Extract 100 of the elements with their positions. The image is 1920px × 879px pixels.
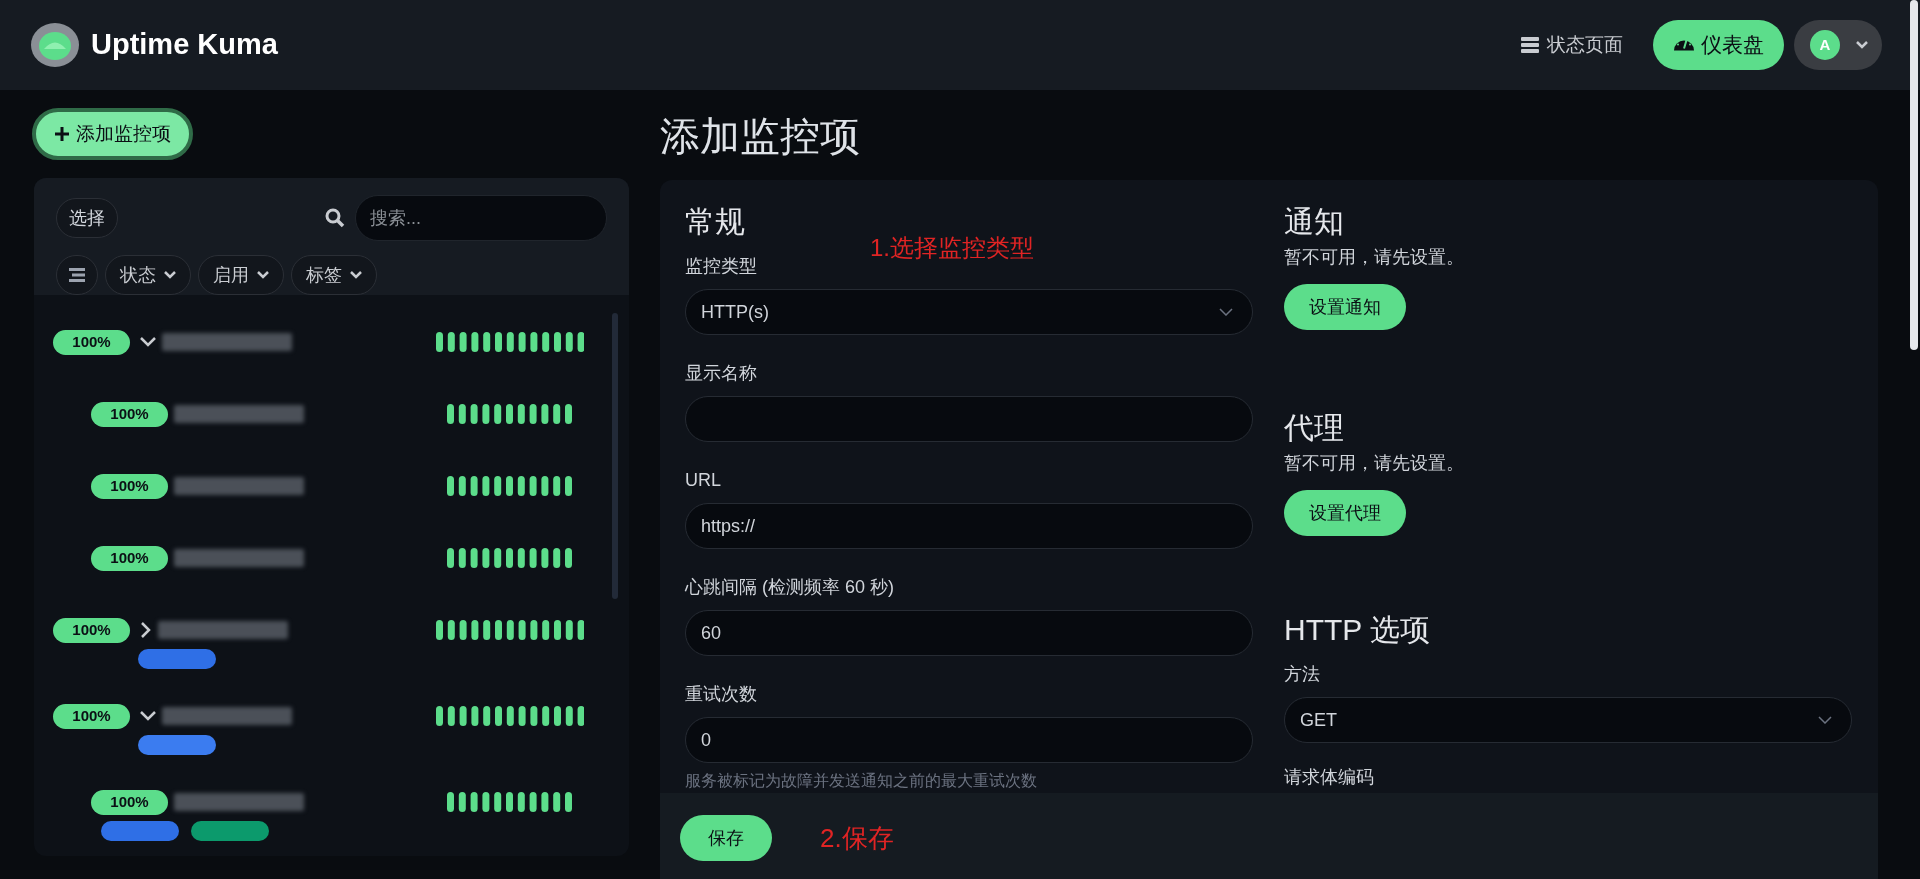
field-label: 显示名称 [685,362,758,385]
setup-button[interactable]: 设置代理 [1284,490,1406,536]
heartbeat-bar [482,332,490,352]
avatar: A [1810,30,1840,60]
section-heading: 代理 [1284,410,1345,446]
heartbeat-bar [541,476,549,496]
search-field[interactable]: 搜索... [355,195,607,241]
heartbeat-bar [447,792,455,812]
chevron-down-icon [350,271,362,279]
annotation-text: 2.保存 [820,821,894,855]
heartbeat-bar [529,404,537,424]
heartbeat-bar [553,476,561,496]
heartbeat-bar [553,404,561,424]
heartbeat-bar [482,620,490,640]
heartbeat-bar [471,620,478,640]
field-label: 心跳间隔 (检测频率 60 秒) [685,576,895,599]
heartbeat-bar [435,332,443,352]
field-label: 监控类型 [685,255,758,278]
filter-dropdown[interactable]: 标签 [291,255,377,295]
heartbeat-bar [470,404,478,424]
heartbeat-bar [530,620,537,640]
uptime-badge: 100% [91,473,168,499]
heartbeat-bar [459,548,466,568]
heartbeat-bar [553,620,561,640]
uptime-badge: 100% [91,545,168,571]
heartbeat-bar [470,548,478,568]
brand-name: Uptime Kuma [91,27,278,63]
sort-icon [69,268,85,282]
heartbeat-bar [494,548,502,568]
notice-text: 暂不可用，请先设置。 [1284,452,1465,475]
status-page-link[interactable]: 状态页面 [1521,30,1623,60]
sort-button[interactable] [56,255,98,295]
plus-icon [54,126,70,142]
heartbeat-bar [565,332,573,352]
setup-button[interactable]: 设置通知 [1284,284,1406,330]
heartbeat-bar [459,620,467,640]
chevron-down-icon [1818,716,1832,724]
heartbeat-bar [447,548,455,568]
heartbeat-bar [553,548,561,568]
heartbeat-bar [459,332,467,352]
heartbeat-bar [565,548,572,568]
uptime-badge: 100% [91,789,168,815]
field-label: 重试次数 [685,683,758,706]
input-field[interactable]: https:// [685,503,1253,549]
heartbeat-bar [518,548,525,568]
heartbeat-bar [530,706,537,726]
chevron-down-icon[interactable] [140,336,156,348]
heartbeat-bar [518,476,525,496]
heartbeat-bar [565,620,573,640]
heartbeat-bar [529,792,537,812]
heartbeat-bar [494,792,502,812]
heartbeat-bar [435,620,443,640]
heartbeat-bar [518,332,526,352]
select-field[interactable]: GET [1284,697,1852,743]
heartbeat-bar [577,706,584,726]
filter-dropdown[interactable]: 状态 [105,255,191,295]
heartbeat-bar [470,476,478,496]
heartbeat-bar [541,404,549,424]
heartbeat-bar [553,332,561,352]
heartbeat-bar [541,548,549,568]
input-field[interactable]: 60 [685,610,1253,656]
heartbeat-bar [577,332,584,352]
heartbeat-bar [470,792,478,812]
gauge-icon [1673,39,1695,51]
uptime-badge: 100% [91,401,168,427]
heartbeat-bar [518,620,526,640]
dashboard-button[interactable]: 仪表盘 [1653,20,1784,70]
heartbeat-bar [529,548,537,568]
heartbeat-bar [565,792,572,812]
heartbeat-bar [447,476,455,496]
input-field[interactable] [685,396,1253,442]
heartbeat-bar [506,548,514,568]
save-button[interactable]: 保存 [680,815,772,861]
select-button[interactable]: 选择 [56,198,118,238]
heartbeat-bar [471,706,478,726]
heartbeat-bar [541,620,549,640]
heartbeat-bar [435,706,443,726]
section-heading: HTTP 选项 [1284,612,1432,648]
uptime-badge: 100% [53,703,130,729]
heartbeat-bar [459,792,466,812]
heartbeat-bar [577,620,584,640]
heartbeat-bar [494,404,502,424]
heartbeat-bar [494,706,502,726]
add-monitor-button[interactable]: 添加监控项 [32,108,193,160]
heartbeat-bar [482,476,490,496]
heartbeat-bar [506,404,514,424]
heartbeat-bar [553,792,561,812]
heartbeat-bar [518,404,525,424]
heartbeat-bar [459,706,467,726]
chevron-down-icon [1219,308,1233,316]
filter-dropdown[interactable]: 启用 [198,255,284,295]
input-field[interactable]: 0 [685,717,1253,763]
chevron-down-icon[interactable] [140,710,156,722]
chevron-right-icon[interactable] [140,622,152,638]
heartbeat-bar [447,706,455,726]
select-field[interactable]: HTTP(s) [685,289,1253,335]
heartbeat-bar [447,620,455,640]
chevron-down-icon [257,271,269,279]
heartbeat-bar [541,332,549,352]
field-hint: 服务被标记为故障并发送通知之前的最大重试次数 [685,771,1038,791]
